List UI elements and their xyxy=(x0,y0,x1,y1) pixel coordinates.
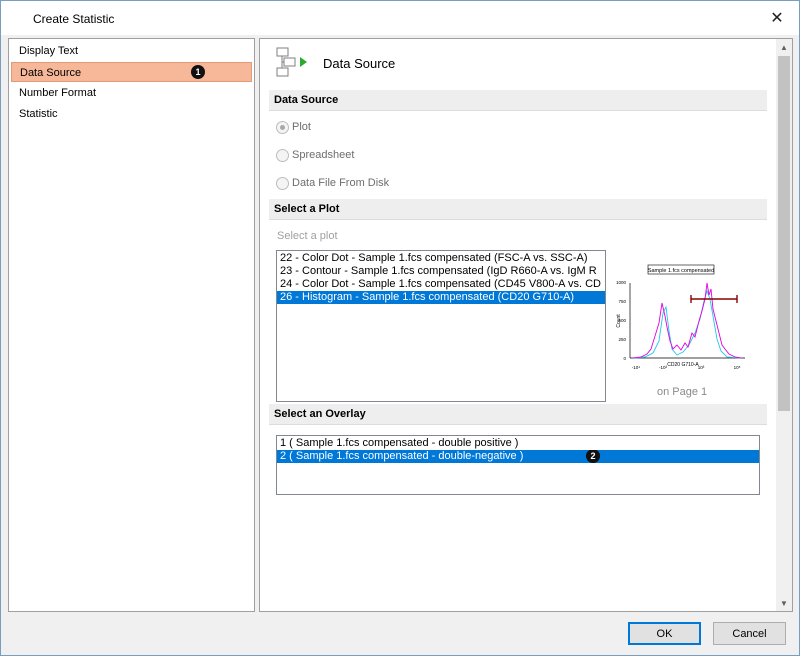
radio-data-file-from-disk[interactable]: Data File From Disk xyxy=(276,175,389,191)
preview-ylabel: Count xyxy=(616,314,622,328)
nav-item-label: Data Source xyxy=(20,67,82,79)
scroll-up-icon[interactable]: ▲ xyxy=(776,39,792,55)
section-header-select-overlay: Select an Overlay xyxy=(269,404,767,425)
section-header-select-plot: Select a Plot xyxy=(269,199,767,220)
preview-ytick: 0 xyxy=(623,356,626,361)
nav-item-label: Statistic xyxy=(19,108,58,120)
preview-page-label: on Page 1 xyxy=(657,386,708,398)
preview-ytick: 750 xyxy=(618,299,626,304)
plot-listbox[interactable]: 22 - Color Dot - Sample 1.fcs compensate… xyxy=(276,250,606,402)
close-icon[interactable]: ✕ xyxy=(755,1,799,35)
callout-badge-2: 2 xyxy=(586,450,600,463)
radio-plot[interactable]: Plot xyxy=(276,119,311,135)
preview-xlabel: CD20 G710-A xyxy=(667,362,699,368)
overlay-list-item-selected[interactable]: 2 ( Sample 1.fcs compensated - double-ne… xyxy=(277,450,759,463)
create-statistic-dialog: Create Statistic ✕ Display Text Data Sou… xyxy=(0,0,800,656)
radio-spreadsheet[interactable]: Spreadsheet xyxy=(276,147,354,163)
title-bar: Create Statistic ✕ xyxy=(1,1,799,35)
plot-list-item-selected[interactable]: 26 - Histogram - Sample 1.fcs compensate… xyxy=(277,291,605,304)
overlay-list-item[interactable]: 1 ( Sample 1.fcs compensated - double po… xyxy=(277,437,759,450)
preview-title: Sample 1.fcs compensated xyxy=(648,268,714,274)
scrollbar-thumb[interactable] xyxy=(778,56,790,411)
vertical-scrollbar[interactable]: ▲ ▼ xyxy=(776,39,792,611)
window-title: Create Statistic xyxy=(33,12,115,26)
category-list: Display Text Data Source 1 Number Format… xyxy=(8,38,255,612)
nav-item-number-format[interactable]: Number Format xyxy=(11,83,252,103)
preview-xtick: -10⁴ xyxy=(632,365,641,370)
callout-badge-1: 1 xyxy=(191,65,205,79)
scroll-down-icon[interactable]: ▼ xyxy=(776,595,792,611)
nav-item-data-source[interactable]: Data Source 1 xyxy=(11,62,252,82)
page-title: Data Source xyxy=(323,56,396,71)
radio-label: Data File From Disk xyxy=(292,177,390,189)
radio-label: Spreadsheet xyxy=(292,149,355,161)
radio-button[interactable] xyxy=(276,176,289,190)
section-header-data-source: Data Source xyxy=(269,90,767,111)
data-source-icon xyxy=(276,47,307,77)
plot-list-item[interactable]: 23 - Contour - Sample 1.fcs compensated … xyxy=(277,265,605,278)
plot-preview-thumbnail: Sample 1.fcs compensated 1000 750 500 25… xyxy=(616,264,745,370)
plot-list-item[interactable]: 24 - Color Dot - Sample 1.fcs compensate… xyxy=(277,278,605,291)
preview-ytick: 250 xyxy=(618,337,626,342)
plot-list-item[interactable]: 22 - Color Dot - Sample 1.fcs compensate… xyxy=(277,252,605,265)
ok-button[interactable]: OK xyxy=(628,622,701,645)
radio-label: Plot xyxy=(292,121,311,133)
overlay-item-label: 2 ( Sample 1.fcs compensated - double-ne… xyxy=(280,450,524,462)
preview-xtick: -10³ xyxy=(659,365,668,370)
radio-button[interactable] xyxy=(276,148,289,162)
nav-item-display-text[interactable]: Display Text xyxy=(11,41,252,61)
preview-xtick: 10³ xyxy=(698,365,705,370)
preview-ytick: 1000 xyxy=(616,280,627,285)
nav-item-statistic[interactable]: Statistic xyxy=(11,104,252,124)
nav-item-label: Display Text xyxy=(19,45,79,57)
cancel-button[interactable]: Cancel xyxy=(713,622,786,645)
overlay-listbox[interactable]: 1 ( Sample 1.fcs compensated - double po… xyxy=(276,435,760,495)
settings-panel: Data Source Data Source Plot Spreadsheet… xyxy=(259,38,793,612)
plot-hint-text: Select a plot xyxy=(277,230,338,242)
nav-item-label: Number Format xyxy=(19,87,97,99)
preview-xtick: 10⁵ xyxy=(734,365,741,370)
radio-button[interactable] xyxy=(276,120,289,134)
